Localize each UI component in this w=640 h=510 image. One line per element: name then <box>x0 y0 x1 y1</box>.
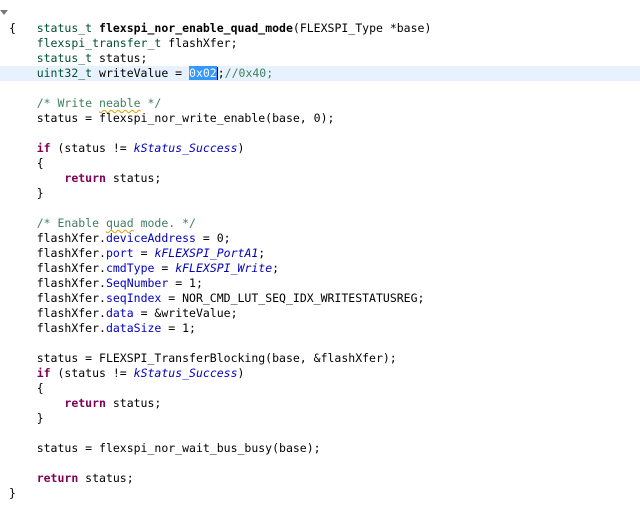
return-value: status; <box>105 396 162 410</box>
status-success-enum: kStatus_Success <box>133 366 238 380</box>
code-line-signature[interactable]: status_t flexspi_nor_enable_quad_mode(FL… <box>0 6 640 35</box>
code-editor[interactable]: status_t flexspi_nor_enable_quad_mode(FL… <box>0 6 640 501</box>
comment-quad-start: /* Enable <box>36 216 106 230</box>
code-line-data-size[interactable]: flashXfer.dataSize = 1; <box>0 321 640 336</box>
block-close-brace: } <box>36 186 44 200</box>
code-line-if-1[interactable]: if (status != kStatus_Success) <box>0 141 640 156</box>
field-seq-index: seqIndex <box>105 291 162 305</box>
transfer-statement: status = FLEXSPI_TransferBlocking(base, … <box>36 351 397 365</box>
if-keyword: if <box>36 366 51 380</box>
object-ref: flashXfer. <box>36 261 106 275</box>
selected-text[interactable]: 0x02 <box>189 66 217 80</box>
object-ref: flashXfer. <box>36 321 106 335</box>
object-ref: flashXfer. <box>36 276 106 290</box>
return-value: status; <box>78 471 134 485</box>
if-close-paren: ) <box>237 141 245 155</box>
field-port: port <box>105 246 134 260</box>
field-seq-number: SeqNumber <box>105 276 169 290</box>
code-line-seq-number[interactable]: flashXfer.SeqNumber = 1; <box>0 276 640 291</box>
status-var: status; <box>92 51 148 65</box>
assign-end: ; <box>272 261 280 275</box>
assign-rest: = &writeValue; <box>133 306 238 320</box>
cmd-type-enum: kFLEXSPI_Write <box>175 261 273 275</box>
return-value: status; <box>105 171 162 185</box>
assign-rest: = 0; <box>195 231 231 245</box>
code-line-blank[interactable] <box>0 126 640 141</box>
spelling-warning-word[interactable]: quad <box>106 216 134 230</box>
comment-write-enable-start: /* Write <box>36 96 100 110</box>
code-line-open-brace[interactable]: { <box>0 21 640 36</box>
code-line-return-3[interactable]: return status; <box>0 471 640 486</box>
code-line-write-enable[interactable]: status = flexspi_nor_write_enable(base, … <box>0 111 640 126</box>
code-line-decl-write-value[interactable]: uint32_t writeValue = 0x02;//0x40; <box>0 66 640 81</box>
return-keyword: return <box>64 396 106 410</box>
if-close-paren: ) <box>237 366 245 380</box>
code-line-wait[interactable]: status = flexspi_nor_wait_bus_busy(base)… <box>0 441 640 456</box>
field-device-address: deviceAddress <box>105 231 196 245</box>
code-line-port[interactable]: flashXfer.port = kFLEXSPI_PortA1; <box>0 246 640 261</box>
write-value-semicolon: ; <box>217 66 225 80</box>
write-enable-statement: status = flexspi_nor_write_enable(base, … <box>36 111 335 125</box>
code-line-block1-close[interactable]: } <box>0 186 640 201</box>
wait-statement: status = flexspi_nor_wait_bus_busy(base)… <box>36 441 321 455</box>
block-open-brace: { <box>36 381 44 395</box>
status-type: status_t <box>36 51 93 65</box>
object-ref: flashXfer. <box>36 231 106 245</box>
assign-eq: = <box>154 261 176 275</box>
block-close-brace: } <box>36 411 44 425</box>
code-line-comment-quad[interactable]: /* Enable quad mode. */ <box>0 216 640 231</box>
write-value-assign: writeValue = <box>92 66 190 80</box>
return-keyword: return <box>64 171 106 185</box>
code-line-block2-close[interactable]: } <box>0 411 640 426</box>
code-line-comment-write-enable[interactable]: /* Write neable */ <box>0 96 640 111</box>
field-cmd-type: cmdType <box>105 261 155 275</box>
code-line-blank[interactable] <box>0 81 640 96</box>
code-line-close-brace[interactable]: } <box>0 486 640 501</box>
assign-rest: = NOR_CMD_LUT_SEQ_IDX_WRITESTATUSREG; <box>161 291 425 305</box>
code-line-blank[interactable] <box>0 336 640 351</box>
field-data: data <box>105 306 134 320</box>
write-value-comment: //0x40; <box>224 66 274 80</box>
if-condition: (status != <box>50 366 134 380</box>
function-open-brace: { <box>9 21 16 35</box>
spelling-warning-word[interactable]: neable <box>99 96 141 110</box>
assign-rest: = 1; <box>168 276 203 290</box>
code-line-return-2[interactable]: return status; <box>0 396 640 411</box>
code-line-blank[interactable] <box>0 426 640 441</box>
code-line-return-1[interactable]: return status; <box>0 171 640 186</box>
code-line-decl-transfer[interactable]: flexspi_transfer_t flashXfer; <box>0 36 640 51</box>
code-line-block2-open[interactable]: { <box>0 381 640 396</box>
block-open-brace: { <box>36 156 44 170</box>
return-keyword: return <box>36 471 79 485</box>
transfer-type: flexspi_transfer_t <box>36 36 162 50</box>
code-line-transfer[interactable]: status = FLEXSPI_TransferBlocking(base, … <box>0 351 640 366</box>
code-line-blank[interactable] <box>0 456 640 471</box>
code-line-device-address[interactable]: flashXfer.deviceAddress = 0; <box>0 231 640 246</box>
assign-end: ; <box>258 246 266 260</box>
object-ref: flashXfer. <box>36 291 106 305</box>
assign-eq: = <box>133 246 155 260</box>
status-success-enum: kStatus_Success <box>133 141 238 155</box>
code-line-blank[interactable] <box>0 201 640 216</box>
field-data-size: dataSize <box>105 321 162 335</box>
object-ref: flashXfer. <box>36 246 106 260</box>
port-enum: kFLEXSPI_PortA1 <box>154 246 259 260</box>
object-ref: flashXfer. <box>36 306 106 320</box>
write-value-type: uint32_t <box>36 66 93 80</box>
assign-rest: = 1; <box>161 321 196 335</box>
transfer-var: flashXfer; <box>161 36 238 50</box>
code-line-if-2[interactable]: if (status != kStatus_Success) <box>0 366 640 381</box>
comment-write-enable-end: */ <box>140 96 162 110</box>
code-line-cmd-type[interactable]: flashXfer.cmdType = kFLEXSPI_Write; <box>0 261 640 276</box>
code-line-decl-status[interactable]: status_t status; <box>0 51 640 66</box>
if-condition: (status != <box>50 141 134 155</box>
code-line-seq-index[interactable]: flashXfer.seqIndex = NOR_CMD_LUT_SEQ_IDX… <box>0 291 640 306</box>
comment-quad-end: mode. */ <box>133 216 196 230</box>
fold-marker-icon[interactable] <box>0 10 8 15</box>
code-line-block1-open[interactable]: { <box>0 156 640 171</box>
if-keyword: if <box>36 141 51 155</box>
code-line-data[interactable]: flashXfer.data = &writeValue; <box>0 306 640 321</box>
function-close-brace: } <box>9 486 16 500</box>
